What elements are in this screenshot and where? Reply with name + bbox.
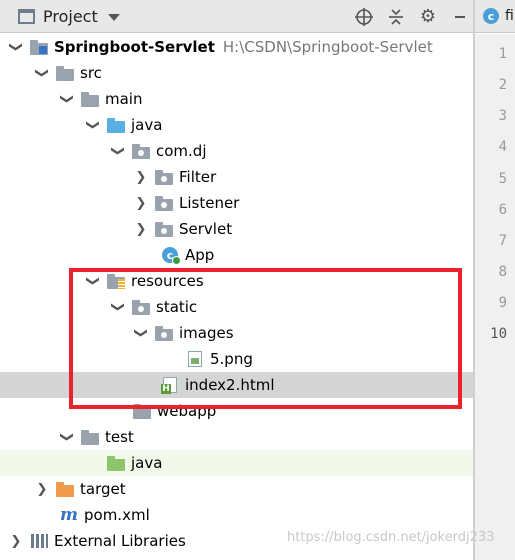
tree-node-5-png[interactable]: 5.png xyxy=(0,346,473,372)
folder-icon xyxy=(81,91,99,107)
tree-node-label: 5.png xyxy=(210,350,253,368)
source-folder-icon xyxy=(107,117,125,133)
line-number: 10 xyxy=(490,326,507,342)
watermark: https://blog.csdn.net/jokerdj233 xyxy=(287,530,495,545)
tree-node-project-root[interactable]: ❯ Springboot-Servlet H:\CSDN\Springboot-… xyxy=(0,34,473,60)
html-file-icon xyxy=(161,377,179,394)
chevron-down-icon[interactable]: ❯ xyxy=(85,273,101,289)
project-path: H:\CSDN\Springboot-Servlet xyxy=(222,38,433,56)
chevron-down-icon xyxy=(107,13,120,21)
package-icon xyxy=(155,221,173,237)
chevron-down-icon[interactable]: ❯ xyxy=(59,429,75,445)
chevron-right-icon[interactable]: ❯ xyxy=(133,221,149,237)
tree-node-label: App xyxy=(185,246,215,264)
project-view-selector[interactable]: Project xyxy=(0,0,120,33)
tree-node-label: java xyxy=(131,116,163,134)
folder-icon xyxy=(56,65,74,81)
chevron-right-icon[interactable]: ❯ xyxy=(34,481,50,497)
tree-node-label: images xyxy=(179,324,234,342)
line-number: 1 xyxy=(498,46,507,62)
chevron-right-icon[interactable]: ❯ xyxy=(8,533,24,549)
image-file-icon xyxy=(186,351,204,367)
chevron-down-icon[interactable]: ❯ xyxy=(110,143,126,159)
tree-node-index2-html[interactable]: index2.html xyxy=(0,372,473,398)
tree-node-src[interactable]: ❯ src xyxy=(0,60,473,86)
package-icon xyxy=(155,325,173,341)
project-view-title: Project xyxy=(43,6,98,26)
globe-target-icon[interactable] xyxy=(351,4,377,30)
collapse-icon[interactable] xyxy=(383,4,409,30)
line-number: 2 xyxy=(498,77,507,93)
excluded-folder-icon xyxy=(56,481,74,497)
chevron-down-icon[interactable]: ❯ xyxy=(133,325,149,341)
libraries-icon xyxy=(30,533,48,549)
chevron-down-icon[interactable]: ❯ xyxy=(59,91,75,107)
tree-node-label: webapp xyxy=(157,402,217,420)
project-window-icon xyxy=(18,8,35,24)
tree-node-label: java xyxy=(131,454,163,472)
tree-node-filter[interactable]: ❯ Filter xyxy=(0,164,473,190)
tree-node-label: pom.xml xyxy=(84,506,150,524)
chevron-down-icon[interactable]: ❯ xyxy=(110,299,126,315)
tree-node-servlet[interactable]: ❯ Servlet xyxy=(0,216,473,242)
editor-gutter: 1 2 3 4 5 6 7 8 9 10 xyxy=(475,34,515,560)
maven-icon: m xyxy=(60,505,78,525)
tree-node-label: target xyxy=(80,480,126,498)
tree-node-label: resources xyxy=(131,272,204,290)
package-icon xyxy=(155,195,173,211)
tree-node-label: Servlet xyxy=(179,220,233,238)
tree-node-label: Filter xyxy=(179,168,217,186)
class-file-icon: c xyxy=(483,8,499,24)
tree-node-label: static xyxy=(156,298,198,316)
project-tree[interactable]: ❯ Springboot-Servlet H:\CSDN\Springboot-… xyxy=(0,34,473,560)
spring-class-icon: c xyxy=(161,247,181,265)
tree-node-pom-xml[interactable]: m pom.xml xyxy=(0,502,473,528)
tree-node-label: Listener xyxy=(179,194,240,212)
tree-node-listener[interactable]: ❯ Listener xyxy=(0,190,473,216)
tree-node-java-source[interactable]: ❯ java xyxy=(0,112,473,138)
editor-tab[interactable]: c fi xyxy=(475,0,515,33)
line-number: 5 xyxy=(498,171,507,187)
tree-node-label: src xyxy=(80,64,102,82)
tree-node-main[interactable]: ❯ main xyxy=(0,86,473,112)
tree-node-label: External Libraries xyxy=(54,532,186,550)
tree-node-label: Springboot-Servlet xyxy=(54,38,215,56)
tree-node-label: test xyxy=(105,428,134,446)
tree-node-test[interactable]: ❯ test xyxy=(0,424,473,450)
tree-node-target[interactable]: ❯ target xyxy=(0,476,473,502)
chevron-down-icon[interactable]: ❯ xyxy=(8,39,24,55)
tree-node-java-test[interactable]: java xyxy=(0,450,473,476)
folder-icon xyxy=(81,429,99,445)
editor-tab-label: fi xyxy=(505,8,514,24)
module-folder-icon xyxy=(30,39,48,55)
line-number: 7 xyxy=(498,233,507,249)
package-icon xyxy=(132,299,150,315)
line-number: 9 xyxy=(498,295,507,311)
tree-node-webapp[interactable]: webapp xyxy=(0,398,473,424)
tree-node-label: index2.html xyxy=(185,376,275,394)
tree-node-label: com.dj xyxy=(156,142,207,160)
folder-icon xyxy=(133,403,151,419)
package-icon xyxy=(155,169,173,185)
chevron-down-icon[interactable]: ❯ xyxy=(85,117,101,133)
line-number: 8 xyxy=(498,264,507,280)
tree-node-com-dj[interactable]: ❯ com.dj xyxy=(0,138,473,164)
chevron-right-icon[interactable]: ❯ xyxy=(133,169,149,185)
test-folder-icon xyxy=(107,455,125,471)
line-number: 3 xyxy=(498,108,507,124)
tree-node-resources[interactable]: ❯ resources xyxy=(0,268,473,294)
package-icon xyxy=(132,143,150,159)
resources-folder-icon xyxy=(107,273,125,289)
tree-node-app[interactable]: c App xyxy=(0,242,473,268)
minimize-icon[interactable] xyxy=(447,4,473,30)
chevron-right-icon[interactable]: ❯ xyxy=(133,195,149,211)
tree-node-images[interactable]: ❯ images xyxy=(0,320,473,346)
line-number: 4 xyxy=(498,139,507,155)
tree-node-label: main xyxy=(105,90,143,108)
tree-node-static[interactable]: ❯ static xyxy=(0,294,473,320)
gear-icon[interactable]: ⚙ xyxy=(415,4,441,30)
line-number: 6 xyxy=(498,202,507,218)
chevron-down-icon[interactable]: ❯ xyxy=(34,65,50,81)
tool-window-header: Project ⚙ xyxy=(0,0,473,33)
